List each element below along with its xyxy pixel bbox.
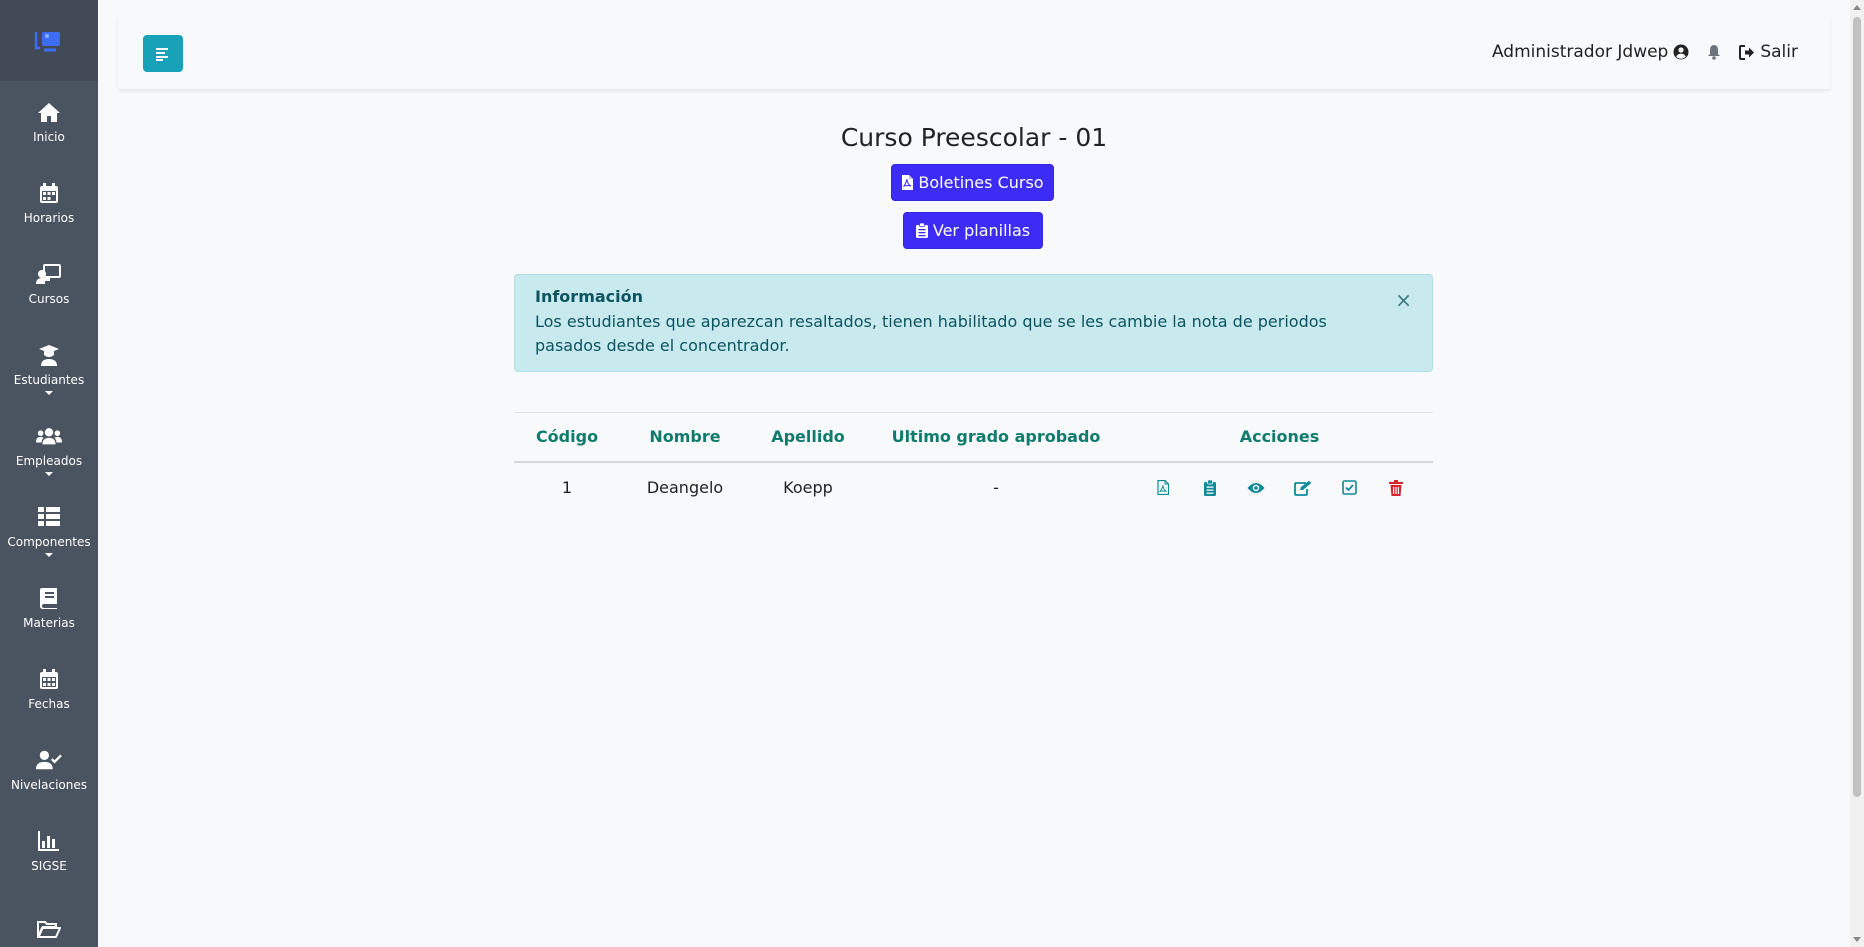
graduate-icon	[36, 342, 62, 368]
sidebar-item-materias[interactable]: Materias	[0, 567, 98, 648]
calendar-alt-icon	[36, 666, 62, 692]
column-header-nombre: Nombre	[620, 412, 750, 463]
info-alert: Información Los estudiantes que aparezca…	[514, 274, 1433, 372]
sidebar-item-empleados[interactable]: Empleados	[0, 405, 98, 486]
cell-acciones	[1126, 462, 1433, 513]
sidebar-item-sigse[interactable]: SIGSE	[0, 810, 98, 891]
page-scrollbar[interactable]	[1850, 0, 1864, 947]
sidebar-item-label: SIGSE	[31, 859, 67, 873]
user-circle-icon[interactable]	[1673, 44, 1689, 60]
chevron-down-icon	[45, 553, 53, 557]
menu-toggle-button[interactable]	[143, 35, 183, 72]
clipboard-list-icon	[915, 223, 928, 238]
user-area: Administrador Jdwep Salir	[1492, 15, 1798, 89]
user-name[interactable]: Administrador Jdwep	[1492, 42, 1668, 62]
logout-label: Salir	[1760, 42, 1798, 62]
view-button[interactable]	[1243, 475, 1269, 501]
sign-out-icon	[1739, 44, 1755, 60]
calendar-icon	[36, 180, 62, 206]
users-icon	[36, 423, 62, 449]
boletines-curso-button[interactable]: Boletines Curso	[891, 164, 1054, 201]
page-title: Curso Preescolar - 01	[840, 123, 1108, 152]
check-button[interactable]	[1336, 475, 1362, 501]
scroll-down-icon[interactable]	[1853, 937, 1861, 942]
students-table: Código Nombre Apellido Ultimo grado apro…	[514, 412, 1433, 513]
folder-open-icon	[36, 916, 62, 942]
sidebar-item-inicio[interactable]: Inicio	[0, 81, 98, 162]
boletines-curso-label: Boletines Curso	[918, 173, 1044, 192]
home-icon	[36, 99, 62, 125]
sidebar-item-label: Empleados	[15, 454, 83, 468]
clipboard-button[interactable]	[1197, 475, 1223, 501]
scroll-up-icon[interactable]	[1853, 5, 1861, 10]
column-header-apellido: Apellido	[750, 412, 866, 463]
edit-button[interactable]	[1290, 475, 1316, 501]
file-pdf-icon	[901, 175, 914, 190]
eye-icon	[1247, 482, 1265, 493]
sidebar-item-label: Cursos	[28, 292, 70, 306]
ver-planillas-button[interactable]: Ver planillas	[903, 212, 1043, 249]
sidebar-item-fechas[interactable]: Fechas	[0, 648, 98, 729]
sidebar-item-folder[interactable]	[0, 891, 98, 947]
sidebar-item-label: Horarios	[23, 211, 75, 225]
sidebar-item-label: Nivelaciones	[11, 778, 87, 792]
top-header: Administrador Jdwep Salir	[118, 15, 1830, 89]
bell-icon[interactable]	[1707, 44, 1721, 60]
cell-apellido: Koepp	[783, 478, 833, 497]
delete-button[interactable]	[1383, 475, 1409, 501]
logo-icon	[34, 31, 60, 51]
th-list-icon	[36, 504, 62, 530]
check-square-icon	[1341, 480, 1357, 495]
cell-codigo: 1	[561, 478, 573, 497]
trash-icon	[1388, 479, 1403, 496]
chevron-down-icon	[45, 472, 53, 476]
pdf-report-button[interactable]	[1150, 475, 1176, 501]
cell-ultimo-grado: -	[993, 478, 999, 497]
sidebar-item-componentes[interactable]: Componentes	[0, 486, 98, 567]
scroll-thumb[interactable]	[1853, 17, 1861, 797]
table-row: 1 Deangelo Koepp -	[514, 462, 1433, 513]
chalkboard-teacher-icon	[36, 261, 62, 287]
table-header-row: Código Nombre Apellido Ultimo grado apro…	[514, 412, 1433, 463]
sidebar-item-estudiantes[interactable]: Estudiantes	[0, 324, 98, 405]
sidebar-item-nivelaciones[interactable]: Nivelaciones	[0, 729, 98, 810]
sidebar-item-label: Fechas	[28, 697, 70, 711]
ver-planillas-label: Ver planillas	[932, 221, 1031, 240]
user-check-icon	[36, 747, 62, 773]
alert-close-button[interactable]: ×	[1395, 288, 1412, 312]
alert-title: Información	[535, 287, 644, 306]
row-actions	[1126, 475, 1433, 501]
chart-bar-icon	[36, 828, 62, 854]
column-header-ultimo-grado: Ultimo grado aprobado	[866, 412, 1126, 463]
column-header-acciones: Acciones	[1126, 412, 1433, 463]
sidebar-item-label: Estudiantes	[13, 373, 85, 387]
book-icon	[36, 585, 62, 611]
sidebar-item-label: Inicio	[33, 130, 65, 144]
column-header-codigo: Código	[514, 412, 620, 463]
chevron-down-icon	[45, 391, 53, 395]
edit-icon	[1293, 480, 1311, 496]
align-left-icon	[156, 47, 168, 61]
app-logo[interactable]	[0, 0, 98, 81]
alert-message: Los estudiantes que aparezcan resaltados…	[535, 312, 1327, 355]
sidebar: Inicio Horarios Cursos Estudiantes Emple…	[0, 0, 98, 947]
sidebar-item-label: Materias	[23, 616, 75, 630]
clipboard-list-icon	[1203, 479, 1216, 496]
sidebar-item-horarios[interactable]: Horarios	[0, 162, 98, 243]
sidebar-item-cursos[interactable]: Cursos	[0, 243, 98, 324]
cell-nombre: Deangelo	[646, 478, 724, 497]
logout-button[interactable]: Salir	[1739, 42, 1798, 62]
file-pdf-icon	[1157, 480, 1170, 495]
sidebar-item-label: Componentes	[7, 535, 91, 549]
